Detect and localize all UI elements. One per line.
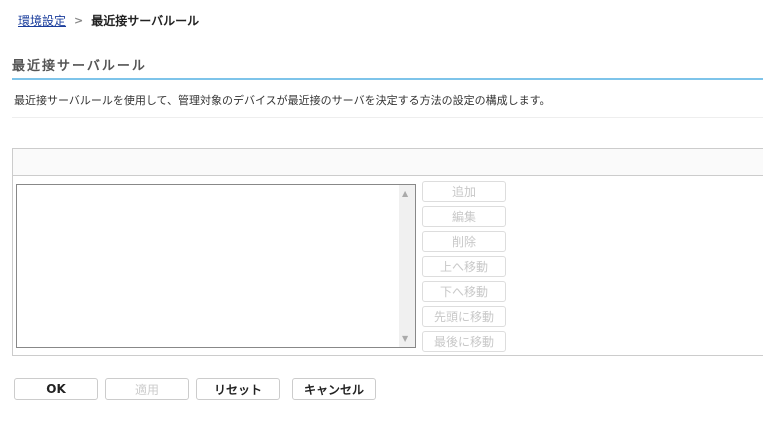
move-to-top-button[interactable]: 先頭に移動	[422, 306, 506, 327]
page-description: 最近接サーバルールを使用して、管理対象のデバイスが最近接のサーバを決定する方法の…	[14, 94, 551, 107]
panel-header	[13, 149, 763, 176]
delete-button[interactable]: 削除	[422, 231, 506, 252]
breadcrumb-link-settings[interactable]: 環境設定	[18, 12, 66, 29]
divider	[12, 117, 763, 118]
breadcrumb: 環境設定 > 最近接サーバルール	[18, 12, 199, 29]
rules-listbox[interactable]: ▲ ▼	[16, 184, 416, 348]
add-button[interactable]: 追加	[422, 181, 506, 202]
edit-button[interactable]: 編集	[422, 206, 506, 227]
reset-button[interactable]: リセット	[196, 378, 280, 400]
move-up-button[interactable]: 上へ移動	[422, 256, 506, 277]
scroll-up-icon[interactable]: ▲	[402, 189, 408, 198]
title-underline	[12, 78, 763, 80]
chevron-right-icon: >	[74, 14, 84, 27]
breadcrumb-current: 最近接サーバルール	[91, 14, 200, 28]
apply-button[interactable]: 適用	[105, 378, 189, 400]
cancel-button[interactable]: キャンセル	[292, 378, 376, 400]
page-title: 最近接サーバルール	[12, 59, 147, 74]
move-down-button[interactable]: 下へ移動	[422, 281, 506, 302]
ok-button[interactable]: OK	[14, 378, 98, 400]
scrollbar[interactable]: ▲ ▼	[399, 185, 415, 347]
scroll-down-icon[interactable]: ▼	[402, 334, 408, 343]
move-to-bottom-button[interactable]: 最後に移動	[422, 331, 506, 352]
